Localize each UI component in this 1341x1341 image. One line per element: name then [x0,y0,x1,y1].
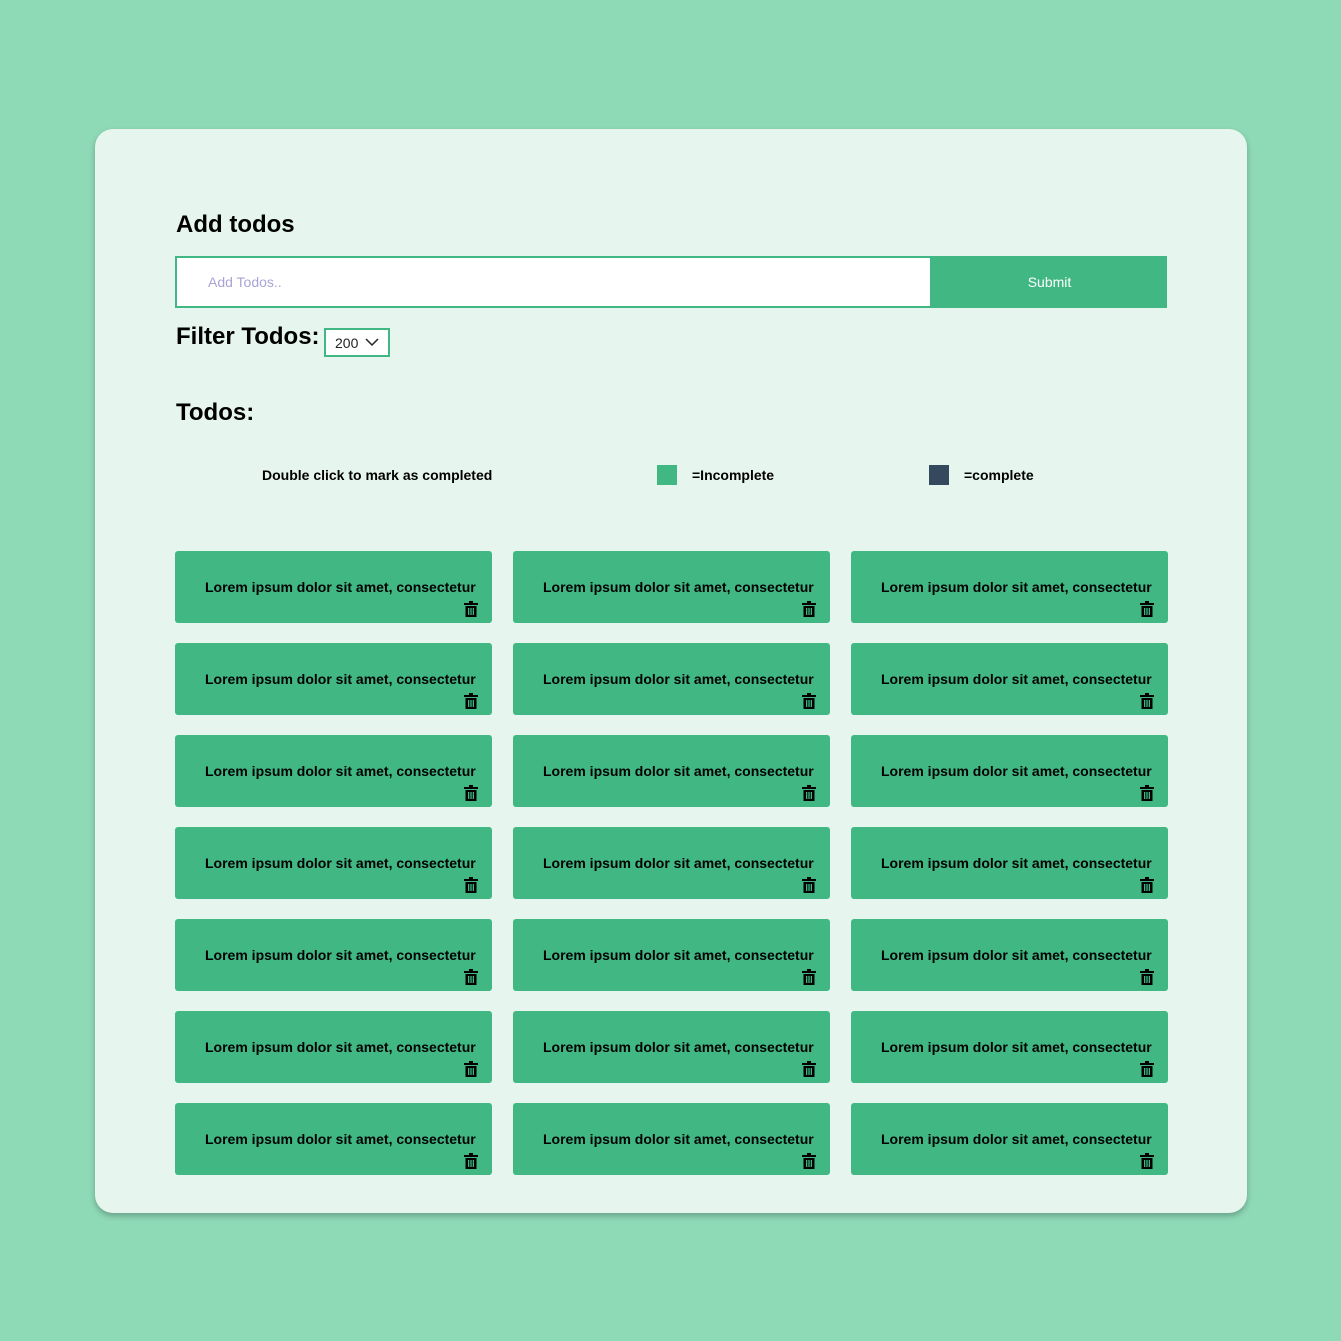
incomplete-color-swatch [657,465,677,485]
todo-card[interactable]: Lorem ipsum dolor sit amet, consectetur [175,827,492,899]
trash-icon[interactable] [802,1061,816,1077]
todo-text: Lorem ipsum dolor sit amet, consectetur [543,763,814,779]
trash-icon[interactable] [1140,877,1154,893]
todo-card[interactable]: Lorem ipsum dolor sit amet, consectetur [513,1103,830,1175]
add-todo-form: Submit [175,256,1167,308]
trash-icon[interactable] [464,1061,478,1077]
todos-heading: Todos: [176,399,255,426]
filter-selected-value: 200 [335,334,359,351]
trash-icon[interactable] [802,1153,816,1169]
trash-icon[interactable] [464,877,478,893]
todo-card[interactable]: Lorem ipsum dolor sit amet, consectetur [175,919,492,991]
todo-text: Lorem ipsum dolor sit amet, consectetur [881,947,1152,963]
trash-icon[interactable] [802,969,816,985]
todo-text: Lorem ipsum dolor sit amet, consectetur [205,1131,476,1147]
todo-text: Lorem ipsum dolor sit amet, consectetur [543,855,814,871]
trash-icon[interactable] [464,785,478,801]
todo-card[interactable]: Lorem ipsum dolor sit amet, consectetur [851,551,1168,623]
trash-icon[interactable] [1140,693,1154,709]
todo-text: Lorem ipsum dolor sit amet, consectetur [543,1131,814,1147]
trash-icon[interactable] [464,601,478,617]
filter-todos-label: Filter Todos: [176,323,320,350]
incomplete-legend-label: =Incomplete [692,467,775,483]
double-click-hint: Double click to mark as completed [262,467,493,483]
todo-text: Lorem ipsum dolor sit amet, consectetur [205,763,476,779]
trash-icon[interactable] [802,693,816,709]
todo-card[interactable]: Lorem ipsum dolor sit amet, consectetur [851,735,1168,807]
todo-text: Lorem ipsum dolor sit amet, consectetur [543,1039,814,1055]
todo-text: Lorem ipsum dolor sit amet, consectetur [543,671,814,687]
todo-text: Lorem ipsum dolor sit amet, consectetur [205,1039,476,1055]
trash-icon[interactable] [802,877,816,893]
todo-card[interactable]: Lorem ipsum dolor sit amet, consectetur [851,1103,1168,1175]
todo-text: Lorem ipsum dolor sit amet, consectetur [205,947,476,963]
todo-card[interactable]: Lorem ipsum dolor sit amet, consectetur [513,827,830,899]
todo-card[interactable]: Lorem ipsum dolor sit amet, consectetur [851,643,1168,715]
todo-grid: Lorem ipsum dolor sit amet, consectetur L… [175,551,1168,1175]
trash-icon[interactable] [464,1153,478,1169]
todo-text: Lorem ipsum dolor sit amet, consectetur [543,579,814,595]
filter-count-select[interactable]: 200 [324,328,390,357]
trash-icon[interactable] [802,601,816,617]
todo-card[interactable]: Lorem ipsum dolor sit amet, consectetur [175,735,492,807]
todo-card[interactable]: Lorem ipsum dolor sit amet, consectetur [513,735,830,807]
todo-card[interactable]: Lorem ipsum dolor sit amet, consectetur [851,827,1168,899]
trash-icon[interactable] [802,785,816,801]
todo-card[interactable]: Lorem ipsum dolor sit amet, consectetur [513,1011,830,1083]
todo-text: Lorem ipsum dolor sit amet, consectetur [205,579,476,595]
todo-card[interactable]: Lorem ipsum dolor sit amet, consectetur [851,919,1168,991]
todo-card[interactable]: Lorem ipsum dolor sit amet, consectetur [175,1103,492,1175]
todo-app-card: Add todos Submit Filter Todos: 200 Todos… [95,129,1247,1213]
trash-icon[interactable] [464,969,478,985]
todo-text: Lorem ipsum dolor sit amet, consectetur [881,855,1152,871]
complete-legend-label: =complete [964,467,1034,483]
submit-button[interactable]: Submit [932,256,1167,308]
add-todo-input[interactable] [175,256,932,308]
todo-card[interactable]: Lorem ipsum dolor sit amet, consectetur [175,1011,492,1083]
todo-text: Lorem ipsum dolor sit amet, consectetur [881,1039,1152,1055]
todo-text: Lorem ipsum dolor sit amet, consectetur [881,763,1152,779]
chevron-down-icon [365,338,379,347]
todo-text: Lorem ipsum dolor sit amet, consectetur [543,947,814,963]
todo-text: Lorem ipsum dolor sit amet, consectetur [881,579,1152,595]
trash-icon[interactable] [1140,1061,1154,1077]
trash-icon[interactable] [1140,969,1154,985]
todo-text: Lorem ipsum dolor sit amet, consectetur [881,1131,1152,1147]
trash-icon[interactable] [1140,1153,1154,1169]
todo-card[interactable]: Lorem ipsum dolor sit amet, consectetur [513,643,830,715]
complete-color-swatch [929,465,949,485]
todo-card[interactable]: Lorem ipsum dolor sit amet, consectetur [175,551,492,623]
todo-card[interactable]: Lorem ipsum dolor sit amet, consectetur [513,919,830,991]
todo-card[interactable]: Lorem ipsum dolor sit amet, consectetur [513,551,830,623]
todo-card[interactable]: Lorem ipsum dolor sit amet, consectetur [175,643,492,715]
todo-text: Lorem ipsum dolor sit amet, consectetur [881,671,1152,687]
trash-icon[interactable] [1140,601,1154,617]
todo-text: Lorem ipsum dolor sit amet, consectetur [205,855,476,871]
todo-text: Lorem ipsum dolor sit amet, consectetur [205,671,476,687]
add-todos-heading: Add todos [176,211,295,238]
todo-card[interactable]: Lorem ipsum dolor sit amet, consectetur [851,1011,1168,1083]
trash-icon[interactable] [1140,785,1154,801]
trash-icon[interactable] [464,693,478,709]
